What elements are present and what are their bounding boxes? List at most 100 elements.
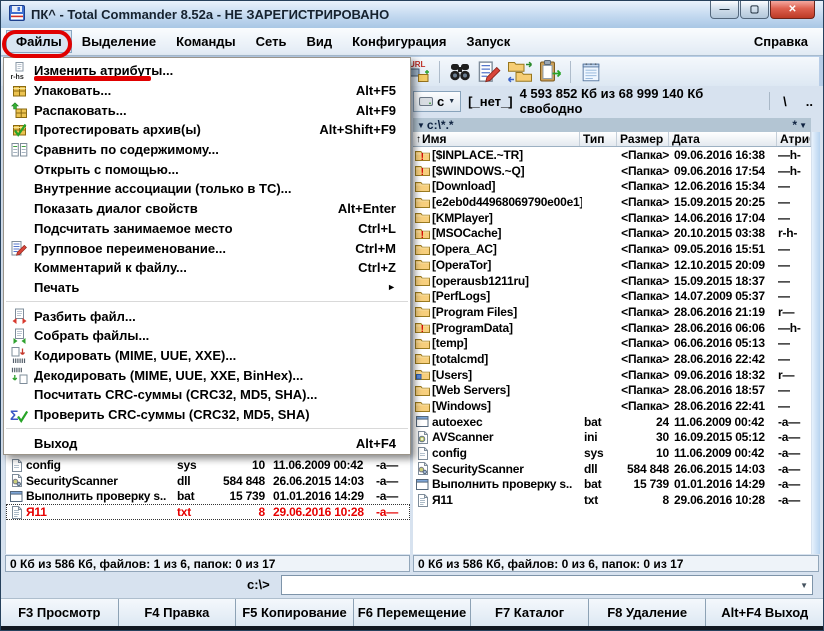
multi-rename-tool-icon[interactable] xyxy=(476,58,504,85)
history-button[interactable]: * xyxy=(792,118,797,132)
folder-icon xyxy=(415,305,430,320)
file-size: 24 xyxy=(656,414,669,429)
window-title: ПК^ - Total Commander 8.52a - НЕ ЗАРЕГИС… xyxy=(31,7,390,22)
scrollbar-track[interactable] xyxy=(812,132,820,554)
sync-dirs-icon[interactable] xyxy=(506,58,534,85)
table-row[interactable]: ! [$WINDOWS.~Q] <Папка> 09.06.2016 17:54 —h- xyxy=(413,163,811,179)
fkey-f3[interactable]: F3 Просмотр xyxy=(1,599,119,626)
menubar-item[interactable]: Команды xyxy=(166,30,246,53)
table-row[interactable]: Я11 txt 8 29.06.2016 10:28 -a— xyxy=(413,492,811,508)
file-size: 584 848 xyxy=(223,473,265,488)
notepad-icon[interactable] xyxy=(577,58,605,85)
menu-item[interactable]: Разбить файл... xyxy=(4,306,410,326)
fkey-f5[interactable]: F5 Копирование xyxy=(236,599,354,626)
table-row[interactable]: [e2eb0d44968069790e00e1] <Папка> 15.09.201… xyxy=(413,194,811,210)
parent-dir-button[interactable]: .. xyxy=(800,94,819,109)
column-header-1[interactable]: ↑ Имя xyxy=(413,132,580,146)
menubar-item[interactable]: Запуск xyxy=(456,30,520,53)
file-date: 15.09.2015 18:37 xyxy=(674,273,765,288)
table-row[interactable]: Я11 txt 8 29.06.2016 10:28 -a— xyxy=(6,504,410,520)
menu-item[interactable]: Упаковать... Alt+F5 xyxy=(4,81,410,101)
file-size: 584 848 xyxy=(627,461,669,476)
table-row[interactable]: [Web Servers] <Папка> 28.06.2016 18:57 — xyxy=(413,382,811,398)
table-row[interactable]: [Download] <Папка> 12.06.2016 15:34 — xyxy=(413,178,811,194)
chevron-down-icon[interactable]: ▼ xyxy=(796,581,812,590)
close-button[interactable]: ✕ xyxy=(770,1,815,19)
fkey-f8[interactable]: F8 Удаление xyxy=(589,599,707,626)
file-size: <Папка> xyxy=(621,399,669,413)
folder-icon xyxy=(415,196,430,211)
menu-item[interactable]: Σ Проверить CRC-суммы (CRC32, MD5, SHA) xyxy=(4,405,410,425)
table-row[interactable]: [totalcmd] <Папка> 28.06.2016 22:42 — xyxy=(413,351,811,367)
column-header-3[interactable]: Размер xyxy=(617,132,669,146)
table-row[interactable]: autoexec bat 24 11.06.2009 00:42 -a— xyxy=(413,414,811,430)
menubar-item[interactable]: Выделение xyxy=(72,30,166,53)
table-row[interactable]: SecurityScanner dll 584 848 26.06.2015 14:0… xyxy=(413,461,811,477)
menu-item[interactable]: Групповое переименование... Ctrl+M xyxy=(4,238,410,258)
column-header-4[interactable]: Дата xyxy=(669,132,777,146)
path-bar[interactable]: ▼ c:\*.* * ▼ xyxy=(413,118,811,132)
root-button[interactable]: \ xyxy=(777,94,793,109)
column-header-2[interactable]: Тип xyxy=(580,132,617,146)
file-attributes: — xyxy=(778,399,790,413)
drive-icon xyxy=(419,94,433,109)
table-row[interactable]: [OperaTor] <Папка> 12.10.2015 20:09 — xyxy=(413,257,811,273)
copy-clipboard-icon[interactable] xyxy=(536,58,564,85)
menu-item[interactable]: Декодировать (MIME, UUE, XXE, BinHex)... xyxy=(4,365,410,385)
menu-item[interactable]: Посчитать CRC-суммы (CRC32, MD5, SHA)... xyxy=(4,385,410,405)
menu-item[interactable]: Подсчитать занимаемое место Ctrl+L xyxy=(4,219,410,239)
table-row[interactable]: ! [MSOCache] <Папка> 20.10.2015 03:38 r-h- xyxy=(413,225,811,241)
fkey-alt-f4[interactable]: Alt+F4 Выход xyxy=(706,599,823,626)
menubar-item[interactable]: Конфигурация xyxy=(342,30,456,53)
find-icon[interactable] xyxy=(446,58,474,85)
file-date: 01.01.2016 14:29 xyxy=(674,477,765,492)
titlebar[interactable]: ПК^ - Total Commander 8.52a - НЕ ЗАРЕГИС… xyxy=(1,1,823,28)
menubar-item-help[interactable]: Справка xyxy=(744,30,818,53)
menu-item[interactable]: Внутренние ассоциации (только в TC)... xyxy=(4,179,410,199)
table-row[interactable]: [Users] <Папка> 09.06.2016 18:32 r— xyxy=(413,367,811,383)
file-name: [operausb1211ru] xyxy=(432,273,529,288)
drive-combo[interactable]: c ▼ xyxy=(413,90,462,112)
table-row[interactable]: SecurityScanner dll 584 848 26.06.2015 14:0… xyxy=(6,473,410,489)
table-row[interactable]: [PerfLogs] <Папка> 14.07.2009 05:37 — xyxy=(413,288,811,304)
menu-item[interactable]: Сравнить по содержимому... xyxy=(4,140,410,160)
menubar-item[interactable]: Сеть xyxy=(246,30,297,53)
fkey-f7[interactable]: F7 Каталог xyxy=(471,599,589,626)
table-row[interactable]: AVScanner ini 30 16.09.2015 05:12 -a— xyxy=(413,429,811,445)
menu-item[interactable]: Протестировать архив(ы) Alt+Shift+F9 xyxy=(4,120,410,140)
menubar-item[interactable]: Вид xyxy=(296,30,342,53)
fkey-f6[interactable]: F6 Перемещение xyxy=(354,599,472,626)
table-row[interactable]: Выполнить проверку s.. bat 15 739 01.01.201… xyxy=(6,488,410,504)
table-row[interactable]: [Windows] <Папка> 28.06.2016 22:41 — xyxy=(413,398,811,414)
menu-item[interactable]: Показать диалог свойств Alt+Enter xyxy=(4,199,410,219)
table-row[interactable]: config sys 10 11.06.2009 00:42 -a— xyxy=(6,457,410,473)
table-row[interactable]: config sys 10 11.06.2009 00:42 -a— xyxy=(413,445,811,461)
table-row[interactable]: ! [ProgramData] <Папка> 28.06.2016 06:06 —h- xyxy=(413,320,811,336)
maximize-button[interactable]: ▢ xyxy=(740,1,769,19)
menu-item[interactable]: Собрать файлы... xyxy=(4,326,410,346)
fkey-f4[interactable]: F4 Правка xyxy=(119,599,237,626)
table-row[interactable]: ! [$INPLACE.~TR] <Папка> 09.06.2016 16:38 —h… xyxy=(413,147,811,163)
minimize-button[interactable]: — xyxy=(710,1,739,19)
menu-item[interactable]: Комментарий к файлу... Ctrl+Z xyxy=(4,258,410,278)
table-row[interactable]: [temp] <Папка> 06.06.2016 05:13 — xyxy=(413,335,811,351)
menu-item[interactable]: Распаковать... Alt+F9 xyxy=(4,100,410,120)
file-attributes: r-h- xyxy=(778,226,798,241)
menu-item[interactable]: Открыть с помощью... xyxy=(4,159,410,179)
table-row[interactable]: [operausb1211ru] <Папка> 15.09.2015 18:37 — xyxy=(413,273,811,289)
file-size: <Папка> xyxy=(621,163,669,178)
menu-item[interactable]: Выход Alt+F4 xyxy=(4,433,410,453)
table-row[interactable]: [KMPlayer] <Папка> 14.06.2016 17:04 — xyxy=(413,210,811,226)
annotation-underline xyxy=(34,76,151,81)
table-row[interactable]: [Program Files] <Папка> 28.06.2016 21:19 r— xyxy=(413,304,811,320)
menu-item[interactable]: Печать ► xyxy=(4,278,410,298)
menu-item[interactable]: Кодировать (MIME, UUE, XXE)... xyxy=(4,346,410,366)
hotlist-button[interactable]: ▼ xyxy=(799,119,807,132)
table-row[interactable]: [Opera_AC] <Папка> 09.05.2016 15:51 — xyxy=(413,241,811,257)
table-row[interactable]: Выполнить проверку s.. bat 15 739 01.01.201… xyxy=(413,476,811,492)
menubar: Файлы Выделение Команды Сеть Вид Конфигурация… xyxy=(1,28,823,56)
file-date: 29.06.2016 10:28 xyxy=(273,505,364,520)
file-date: 16.09.2015 05:12 xyxy=(674,430,765,445)
column-header-5[interactable]: Атрибуты xyxy=(777,132,811,146)
command-line-input[interactable] xyxy=(282,577,797,593)
